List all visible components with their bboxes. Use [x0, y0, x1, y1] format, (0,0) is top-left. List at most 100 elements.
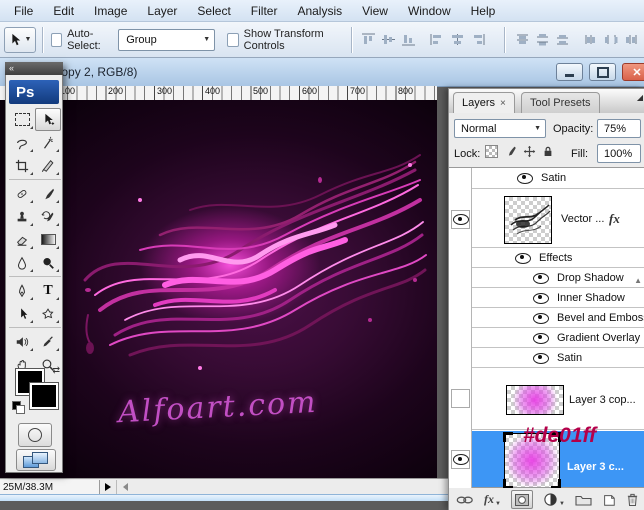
menu-select[interactable]: Select — [187, 1, 240, 21]
new-layer-button[interactable] — [602, 493, 616, 507]
tab-layers[interactable]: Layers × — [453, 92, 515, 113]
tool-healing-brush[interactable] — [9, 182, 35, 205]
tool-clone-stamp[interactable] — [9, 205, 35, 228]
auto-select-group-dropdown[interactable]: Group ▼ — [118, 28, 216, 51]
lock-transparency-icon[interactable] — [485, 145, 498, 158]
quick-mask-mode-button[interactable] — [18, 423, 52, 447]
tab-tool-presets[interactable]: Tool Presets — [521, 92, 600, 113]
align-left-edges-icon[interactable] — [429, 32, 446, 48]
tool-dodge[interactable] — [35, 251, 61, 274]
menu-window[interactable]: Window — [398, 1, 461, 21]
minimize-button[interactable] — [556, 63, 583, 81]
document-title-bar[interactable]: (Layer 3 copy 2, RGB/8) ✕ — [0, 58, 644, 87]
background-color-swatch[interactable] — [29, 382, 59, 410]
tool-audio-annotation[interactable] — [9, 330, 35, 353]
fill-field[interactable]: 100% — [597, 144, 641, 163]
status-bar-menu-button[interactable] — [100, 480, 117, 494]
tool-lasso[interactable] — [9, 131, 35, 154]
align-bottom-edges-icon[interactable] — [400, 32, 417, 48]
visibility-toggle[interactable] — [451, 210, 470, 229]
eye-icon[interactable] — [517, 172, 533, 184]
menu-edit[interactable]: Edit — [43, 1, 84, 21]
distribute-top-edges-icon[interactable] — [514, 32, 531, 48]
default-colors-icon[interactable] — [12, 401, 25, 414]
layer-name[interactable]: Layer 3 c... — [567, 461, 624, 473]
layer-row-layer3-copy[interactable]: Layer 3 cop... — [449, 369, 644, 430]
layer-thumbnail[interactable] — [504, 196, 552, 244]
distribute-horizontal-centers-icon[interactable] — [603, 32, 620, 48]
menu-image[interactable]: Image — [84, 1, 137, 21]
tab-close-icon[interactable]: × — [500, 98, 506, 109]
canvas[interactable]: Alfoart.com — [0, 100, 437, 478]
scroll-up-arrow-icon[interactable]: ▲ — [634, 276, 642, 285]
tool-pen[interactable] — [9, 279, 35, 302]
opacity-field[interactable]: 75% — [597, 119, 641, 138]
show-transform-checkbox[interactable] — [227, 32, 239, 47]
eye-icon[interactable] — [515, 252, 531, 264]
lock-all-padlock-icon[interactable] — [542, 145, 554, 158]
tool-path-selection[interactable] — [9, 302, 35, 325]
layer-style-button[interactable]: fx ▼ — [484, 492, 501, 507]
eye-icon[interactable] — [533, 292, 549, 304]
panel-menu-arrow-icon[interactable]: ◢ — [637, 93, 643, 102]
distribute-right-edges-icon[interactable] — [623, 32, 640, 48]
menu-view[interactable]: View — [352, 1, 398, 21]
tool-brush[interactable] — [35, 182, 61, 205]
menu-filter[interactable]: Filter — [241, 1, 288, 21]
align-right-edges-icon[interactable] — [469, 32, 486, 48]
fx-badge[interactable]: fx — [609, 211, 620, 227]
swap-colors-icon[interactable]: ⇄ — [52, 365, 60, 376]
layer-thumbnail[interactable] — [506, 385, 564, 415]
align-horizontal-centers-icon[interactable] — [449, 32, 466, 48]
effect-row-inner-shadow[interactable]: Inner Shadow — [449, 289, 644, 308]
layer-name[interactable]: Vector ... — [561, 213, 604, 225]
move-tool-preset-button[interactable]: ▼ — [4, 26, 36, 53]
visibility-toggle-off[interactable] — [451, 389, 470, 408]
distribute-left-edges-icon[interactable] — [583, 32, 600, 48]
eye-icon[interactable] — [533, 332, 549, 344]
align-top-edges-icon[interactable] — [360, 32, 377, 48]
adjustment-layer-button[interactable]: ▼ — [543, 492, 565, 507]
effect-row-satin-top[interactable]: Satin — [449, 168, 644, 189]
tool-slice[interactable] — [35, 154, 61, 177]
effect-row-gradient-overlay[interactable]: Gradient Overlay — [449, 329, 644, 348]
add-layer-mask-button[interactable] — [510, 490, 533, 509]
tool-blur[interactable] — [9, 251, 35, 274]
tool-gradient[interactable] — [35, 228, 61, 251]
menu-layer[interactable]: Layer — [137, 1, 187, 21]
tool-crop[interactable] — [9, 154, 35, 177]
maximize-button[interactable] — [589, 63, 616, 81]
toolbox-header[interactable]: « — [5, 62, 63, 75]
menu-help[interactable]: Help — [461, 1, 506, 21]
tool-history-brush[interactable] — [35, 205, 61, 228]
distribute-vertical-centers-icon[interactable] — [534, 32, 551, 48]
menu-file[interactable]: File — [4, 1, 43, 21]
close-button[interactable]: ✕ — [622, 63, 644, 81]
auto-select-checkbox[interactable] — [50, 32, 63, 47]
tool-type[interactable]: T — [35, 279, 61, 302]
lock-image-brush-icon[interactable] — [504, 145, 517, 158]
screen-mode-button[interactable] — [16, 449, 56, 471]
menu-analysis[interactable]: Analysis — [287, 1, 352, 21]
effect-row-drop-shadow[interactable]: Drop Shadow — [449, 269, 644, 288]
layer-row-vector[interactable]: Vector ... fx — [449, 190, 644, 248]
align-vertical-centers-icon[interactable] — [380, 32, 397, 48]
link-layers-button[interactable] — [456, 494, 474, 506]
tool-magic-wand[interactable] — [35, 131, 61, 154]
effect-row-effects[interactable]: Effects — [449, 249, 644, 268]
layer-name[interactable]: Layer 3 cop... — [569, 394, 636, 406]
delete-layer-button[interactable] — [626, 492, 639, 507]
eye-icon[interactable] — [533, 272, 549, 284]
tool-rectangular-marquee[interactable] — [9, 108, 35, 131]
new-group-button[interactable] — [575, 493, 592, 506]
effect-row-bevel-emboss[interactable]: Bevel and Emboss — [449, 309, 644, 328]
effect-row-satin[interactable]: Satin — [449, 349, 644, 368]
eye-icon[interactable] — [533, 352, 549, 364]
tool-move[interactable] — [35, 108, 61, 131]
visibility-toggle[interactable] — [451, 450, 470, 469]
blend-mode-dropdown[interactable]: Normal ▼ — [454, 119, 546, 138]
tool-custom-shape[interactable] — [35, 302, 61, 325]
tool-eraser[interactable] — [9, 228, 35, 251]
scroll-left-arrow-icon[interactable] — [123, 483, 128, 491]
tool-eyedropper[interactable] — [35, 330, 61, 353]
